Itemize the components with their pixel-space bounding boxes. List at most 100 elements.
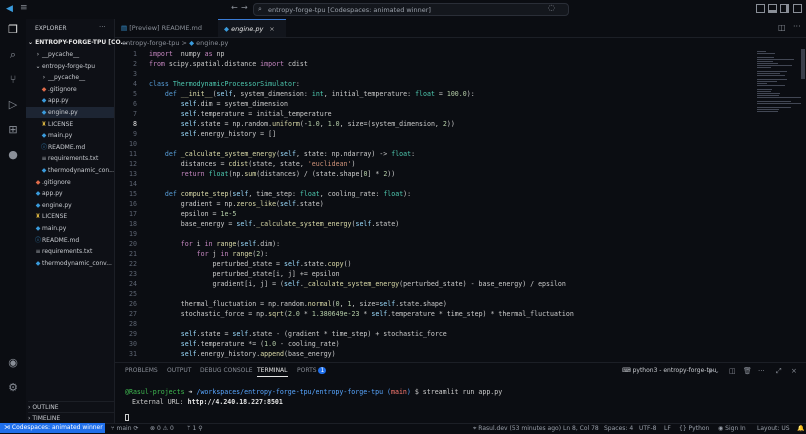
minimap[interactable]	[755, 49, 805, 361]
code-line[interactable]: 22 perturbed_state = self.state.copy()	[115, 259, 755, 269]
code-line[interactable]: 4 class ThermodynamicProcessorSimulator:	[115, 79, 755, 89]
tab-output[interactable]: OUTPUT	[167, 367, 191, 374]
code-editor[interactable]: 1 import numpy as np 2 from scipy.spatial.d…	[115, 49, 755, 361]
code-line[interactable]: 20 for i in range(self.dim):	[115, 239, 755, 249]
code-line[interactable]: 25	[115, 289, 755, 299]
code-line[interactable]: 28	[115, 319, 755, 329]
menu-icon[interactable]: ≡	[20, 3, 28, 13]
split-editor-icon[interactable]: ◫	[778, 23, 786, 32]
code-line[interactable]: 10	[115, 139, 755, 149]
toggle-panel-icon[interactable]	[768, 4, 777, 13]
code-line[interactable]: 12 distances = cdist(state, state, 'eucl…	[115, 159, 755, 169]
explorer-icon[interactable]: ❐	[6, 23, 20, 37]
settings-gear-icon[interactable]: ⚙	[6, 381, 20, 395]
code-line[interactable]: 11 def _calculate_system_energy(self, st…	[115, 149, 755, 159]
code-line[interactable]: 1 import numpy as np	[115, 49, 755, 59]
file-tree-item[interactable]: ◆ engine.py	[26, 200, 114, 211]
code-line[interactable]: 27 stochastic_force = np.sqrt(2.0 * 1.38…	[115, 309, 755, 319]
code-token: (state, state,	[248, 160, 308, 168]
account-icon[interactable]: ◉	[6, 356, 20, 370]
file-tree-item[interactable]: ◆ thermodynamic_con...	[26, 165, 114, 176]
code-line[interactable]: 18 base_energy = self._calculate_system_…	[115, 219, 755, 229]
tab-engine-py[interactable]: ◆ engine.py ×	[218, 19, 286, 37]
copilot-icon[interactable]: ◌	[548, 3, 555, 12]
split-terminal-icon[interactable]: ◫	[729, 367, 736, 375]
code-line[interactable]: 13 return float(np.sum(distances) / (sta…	[115, 169, 755, 179]
terminal-prompt-line[interactable]: @Rasul-projects ➜ /workspaces/entropy-fo…	[125, 388, 502, 396]
external-url-link[interactable]: http://4.240.18.227:8501	[188, 398, 283, 406]
code-line[interactable]: 31 self.energy_history.append(base_energ…	[115, 349, 755, 359]
code-line[interactable]: 15 def compute_step(self, time_step: flo…	[115, 189, 755, 199]
file-tree-item[interactable]: ⌄entropy-forge-tpu	[26, 61, 114, 72]
code-line[interactable]: 3	[115, 69, 755, 79]
code-line[interactable]: 7 self.temperature = initial_temperature	[115, 109, 755, 119]
code-line[interactable]: 6 self.dim = system_dimension	[115, 99, 755, 109]
code-line[interactable]: 24 gradient[i, j] = (self._calculate_sys…	[115, 279, 755, 289]
code-line[interactable]: 30 self.temperature *= (1.0 - cooling_ra…	[115, 339, 755, 349]
file-tree-item[interactable]: ≡requirements.txt	[26, 153, 114, 164]
breadcrumb-folder[interactable]: entropy-forge-tpu	[122, 39, 179, 47]
file-tree-item[interactable]: ◆ app.py	[26, 95, 114, 106]
tab-terminal[interactable]: TERMINAL	[257, 367, 288, 377]
source-control-icon[interactable]: ⑂	[6, 73, 20, 87]
tab-debug-console[interactable]: DEBUG CONSOLE	[200, 367, 253, 374]
file-tree-item[interactable]: ⓘREADME.md	[26, 142, 114, 153]
outline-section[interactable]: › OUTLINE	[28, 401, 114, 411]
code-line[interactable]: 21 for j in range(2):	[115, 249, 755, 259]
code-line[interactable]: 26 thermal_fluctuation = np.random.norma…	[115, 299, 755, 309]
file-tree-item[interactable]: ⓘREADME.md	[26, 235, 114, 246]
tab-ports-label: PORTS	[297, 367, 317, 374]
new-terminal-icon[interactable]: +⌄	[708, 367, 720, 375]
git-file-icon: ◆	[41, 85, 47, 93]
file-tree-item[interactable]: ♜LICENSE	[26, 119, 114, 130]
code-line[interactable]: 2 from scipy.spatial.distance import cdis…	[115, 59, 755, 69]
kill-terminal-icon[interactable]: 🗑	[743, 367, 752, 375]
file-tree-item[interactable]: ◆ .gitignore	[26, 84, 114, 95]
terminal-instance[interactable]: ⌨ python3 - entropy-forge-tpu	[622, 367, 716, 374]
file-tree-item[interactable]: ◆ main.py	[26, 130, 114, 141]
code-line[interactable]: 23 perturbed_state[i, j] += epsilon	[115, 269, 755, 279]
remote-indicator[interactable]: ⋊ Codespaces: animated winner	[0, 423, 105, 433]
close-panel-icon[interactable]: ×	[791, 367, 797, 375]
toggle-secondary-sidebar-icon[interactable]	[780, 4, 789, 13]
code-line[interactable]: 9 self.energy_history = []	[115, 129, 755, 139]
command-center-search[interactable]: ⌕ entropy-forge-tpu [Codespaces: animate…	[253, 3, 569, 16]
file-tree-item[interactable]: ◆ app.py	[26, 188, 114, 199]
more-actions-icon[interactable]: ···	[99, 23, 106, 31]
tab-ports[interactable]: PORTS 1	[297, 367, 327, 374]
editor-scrollbar[interactable]	[801, 49, 805, 79]
timeline-section[interactable]: › TIMELINE	[28, 412, 114, 422]
maximize-panel-icon[interactable]: ⤢	[776, 367, 782, 376]
run-debug-icon[interactable]: ▷	[6, 98, 20, 112]
search-icon[interactable]: ⌕	[6, 48, 20, 62]
workspace-root[interactable]: ⌄ ENTROPY-FORGE-TPU [CO...	[28, 39, 127, 46]
more-actions-icon[interactable]: ···	[793, 22, 801, 31]
code-line[interactable]: 19	[115, 229, 755, 239]
close-icon[interactable]: ×	[269, 25, 274, 33]
code-line[interactable]: 8 self.state = np.random.uniform(-1.0, 1…	[115, 119, 755, 129]
code-line[interactable]: 16 gradient = np.zeros_like(self.state)	[115, 199, 755, 209]
code-line[interactable]: 29 self.state = self.state - (gradient *…	[115, 329, 755, 339]
code-line[interactable]: 17 epsilon = 1e-5	[115, 209, 755, 219]
extensions-icon[interactable]: ⊞	[6, 123, 20, 137]
file-tree-item[interactable]: ♜LICENSE	[26, 211, 114, 222]
breadcrumb-file[interactable]: engine.py	[196, 39, 228, 47]
forward-button[interactable]: →	[241, 3, 248, 12]
file-tree-item[interactable]: ◆ main.py	[26, 223, 114, 234]
code-line[interactable]: 14	[115, 179, 755, 189]
file-tree-item[interactable]: › __pycache__	[26, 49, 114, 60]
tab-readme-preview[interactable]: ▤ [Preview] README.md	[115, 19, 218, 37]
back-button[interactable]: ←	[231, 3, 238, 12]
more-actions-icon[interactable]: ···	[758, 367, 765, 375]
code-line[interactable]: 5 def __init__(self, system_dimension: i…	[115, 89, 755, 99]
file-tree-item[interactable]: ≡requirements.txt	[26, 246, 114, 257]
file-tree-item[interactable]: › __pycache__	[26, 72, 114, 83]
tab-problems[interactable]: PROBLEMS	[125, 367, 158, 374]
file-tree-item[interactable]: ◆ engine.py	[26, 107, 114, 118]
file-tree-item[interactable]: ◆ thermodynamic_conv...	[26, 258, 114, 269]
file-tree-item[interactable]: ◆ .gitignore	[26, 177, 114, 188]
customize-layout-icon[interactable]	[793, 4, 802, 13]
github-icon[interactable]: ●	[6, 148, 20, 162]
terminal-url-line[interactable]: External URL: http://4.240.18.227:8501	[132, 398, 283, 406]
toggle-sidebar-icon[interactable]	[756, 4, 765, 13]
